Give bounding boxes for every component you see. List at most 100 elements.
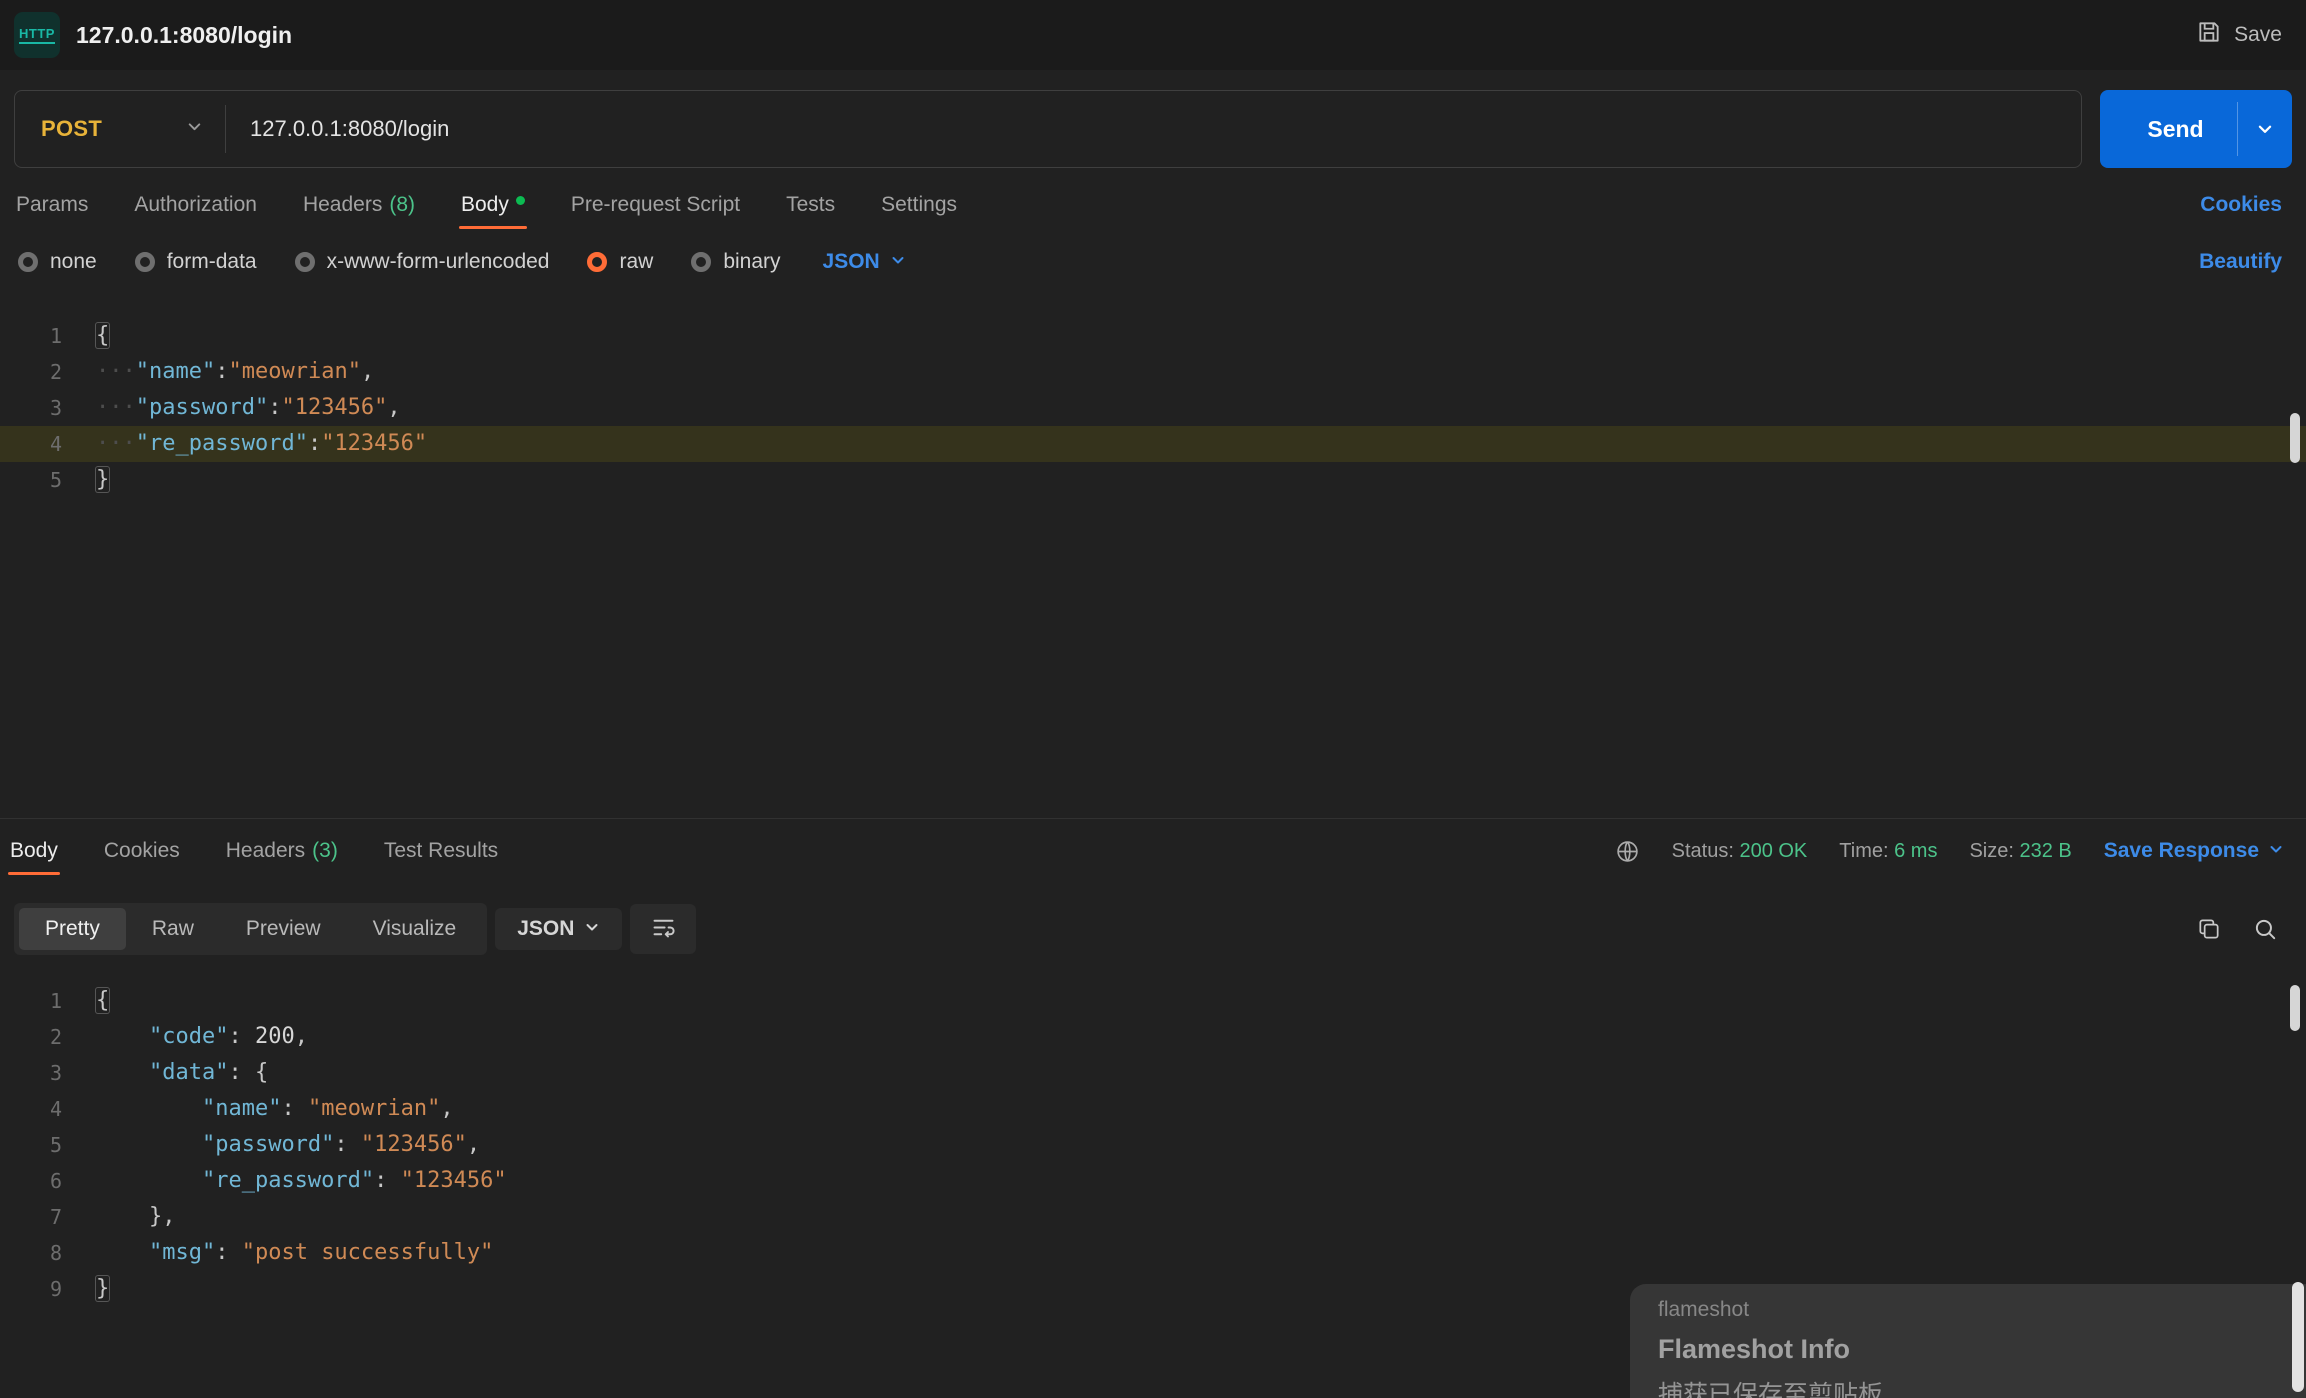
tab-label: Cookies — [104, 839, 180, 863]
scrollbar-thumb[interactable] — [2290, 413, 2300, 463]
code-text: }, — [62, 1199, 2306, 1235]
tab-headers[interactable]: Headers(8) — [301, 178, 417, 232]
code-line[interactable]: 3···"password":"123456", — [0, 390, 2306, 426]
tab-params[interactable]: Params — [14, 178, 90, 232]
code-text: { — [62, 983, 2306, 1019]
code-text: "code": 200, — [62, 1019, 2306, 1055]
search-icon[interactable] — [2252, 916, 2278, 942]
status-label: Status: — [1672, 840, 1734, 862]
body-mode-form-data[interactable]: form-data — [135, 250, 257, 274]
radio-icon — [18, 252, 38, 272]
top-bar: HTTP 127.0.0.1:8080/login Save — [0, 0, 2306, 70]
wrap-text-button[interactable] — [630, 904, 696, 954]
time-badge: Time: 6 ms — [1839, 840, 1937, 863]
tab-label: Body — [461, 193, 509, 217]
code-text: ···"name":"meowrian", — [62, 354, 2306, 390]
notification-title: Flameshot Info — [1658, 1334, 2306, 1365]
tab-label: Settings — [881, 193, 957, 217]
code-text: "password": "123456", — [62, 1127, 2306, 1163]
line-number: 4 — [0, 426, 62, 462]
tab-count: (3) — [312, 839, 338, 863]
time-value: 6 ms — [1894, 840, 1937, 862]
request-body-editor[interactable]: 1{2···"name":"meowrian",3···"password":"… — [0, 318, 2306, 818]
tab-label: Headers — [303, 193, 382, 217]
code-line[interactable]: 1{ — [0, 318, 2306, 354]
tab-body[interactable]: Body — [459, 178, 527, 232]
http-icon: HTTP — [14, 12, 60, 58]
view-tab-pretty[interactable]: Pretty — [19, 908, 126, 950]
tab-label: Authorization — [134, 193, 257, 217]
response-tab-cookies[interactable]: Cookies — [102, 824, 182, 878]
send-button[interactable]: Send — [2100, 90, 2292, 168]
line-number: 8 — [0, 1235, 62, 1271]
line-number: 9 — [0, 1271, 62, 1307]
line-number: 7 — [0, 1199, 62, 1235]
beautify-link[interactable]: Beautify — [2199, 250, 2282, 274]
code-text: ···"re_password":"123456" — [62, 426, 2306, 462]
view-tab-visualize[interactable]: Visualize — [347, 908, 483, 950]
scrollbar-thumb[interactable] — [2290, 985, 2300, 1031]
radio-icon — [691, 252, 711, 272]
code-text: { — [62, 318, 2306, 354]
mode-label: raw — [619, 250, 653, 274]
method-label: POST — [41, 116, 102, 142]
language-label: JSON — [517, 917, 574, 941]
view-tab-raw[interactable]: Raw — [126, 908, 220, 950]
notification-message: 捕获已保存至剪贴板 — [1658, 1375, 2306, 1398]
save-icon — [2196, 19, 2222, 51]
chevron-down-icon — [890, 250, 906, 274]
response-tab-body[interactable]: Body — [8, 824, 60, 878]
radio-icon — [295, 252, 315, 272]
size-badge: Size: 232 B — [1969, 840, 2071, 863]
response-tab-test-results[interactable]: Test Results — [382, 824, 500, 878]
response-toolbar: PrettyRawPreviewVisualize JSON — [0, 883, 2306, 975]
code-line[interactable]: 4···"re_password":"123456" — [0, 426, 2306, 462]
tab-tests[interactable]: Tests — [784, 178, 837, 232]
chevron-down-icon — [186, 118, 203, 140]
body-language-select[interactable]: JSON — [823, 250, 906, 274]
line-number: 2 — [0, 354, 62, 390]
tab-label: Body — [10, 839, 58, 863]
tab-settings[interactable]: Settings — [879, 178, 959, 232]
request-title: 127.0.0.1:8080/login — [76, 22, 292, 49]
code-text: "re_password": "123456" — [62, 1163, 2306, 1199]
body-mode-binary[interactable]: binary — [691, 250, 780, 274]
code-line[interactable]: 2···"name":"meowrian", — [0, 354, 2306, 390]
mode-label: binary — [723, 250, 780, 274]
tab-label: Tests — [786, 193, 835, 217]
code-text: } — [62, 462, 2306, 498]
save-button[interactable]: Save — [2196, 19, 2282, 51]
cookies-link[interactable]: Cookies — [2200, 193, 2282, 217]
body-mode-none[interactable]: none — [18, 250, 97, 274]
url-input[interactable] — [226, 91, 2081, 167]
scrollbar-thumb[interactable] — [2292, 1282, 2304, 1392]
send-label: Send — [2100, 116, 2237, 143]
body-mode-raw[interactable]: raw — [587, 250, 653, 274]
chevron-down-icon — [584, 917, 600, 941]
globe-icon[interactable] — [1615, 839, 1640, 864]
body-mode-x-www-form-urlencoded[interactable]: x-www-form-urlencoded — [295, 250, 550, 274]
code-line: 2 "code": 200, — [0, 1019, 2306, 1055]
response-tab-headers[interactable]: Headers(3) — [224, 824, 340, 878]
send-options-chevron-icon[interactable] — [2238, 120, 2292, 138]
code-line: 3 "data": { — [0, 1055, 2306, 1091]
save-response-button[interactable]: Save Response — [2104, 839, 2284, 863]
copy-icon[interactable] — [2196, 916, 2222, 942]
tab-authorization[interactable]: Authorization — [132, 178, 259, 232]
tab-label: Params — [16, 193, 88, 217]
line-number: 3 — [0, 390, 62, 426]
tab-pre-request-script[interactable]: Pre-request Script — [569, 178, 742, 232]
method-select[interactable]: POST — [15, 91, 225, 167]
response-language-select[interactable]: JSON — [495, 908, 622, 950]
body-mode-bar: none form-data x-www-form-urlencoded raw bin… — [0, 236, 2306, 288]
code-text: "name": "meowrian", — [62, 1091, 2306, 1127]
code-line: 6 "re_password": "123456" — [0, 1163, 2306, 1199]
view-tab-preview[interactable]: Preview — [220, 908, 347, 950]
response-tabs-bar: Body Cookies Headers(3) Test Results Status… — [0, 819, 2306, 883]
line-number: 1 — [0, 983, 62, 1019]
code-line[interactable]: 5} — [0, 462, 2306, 498]
code-text: "data": { — [62, 1055, 2306, 1091]
line-number: 6 — [0, 1163, 62, 1199]
code-line: 8 "msg": "post successfully" — [0, 1235, 2306, 1271]
status-value: 200 OK — [1739, 840, 1807, 862]
